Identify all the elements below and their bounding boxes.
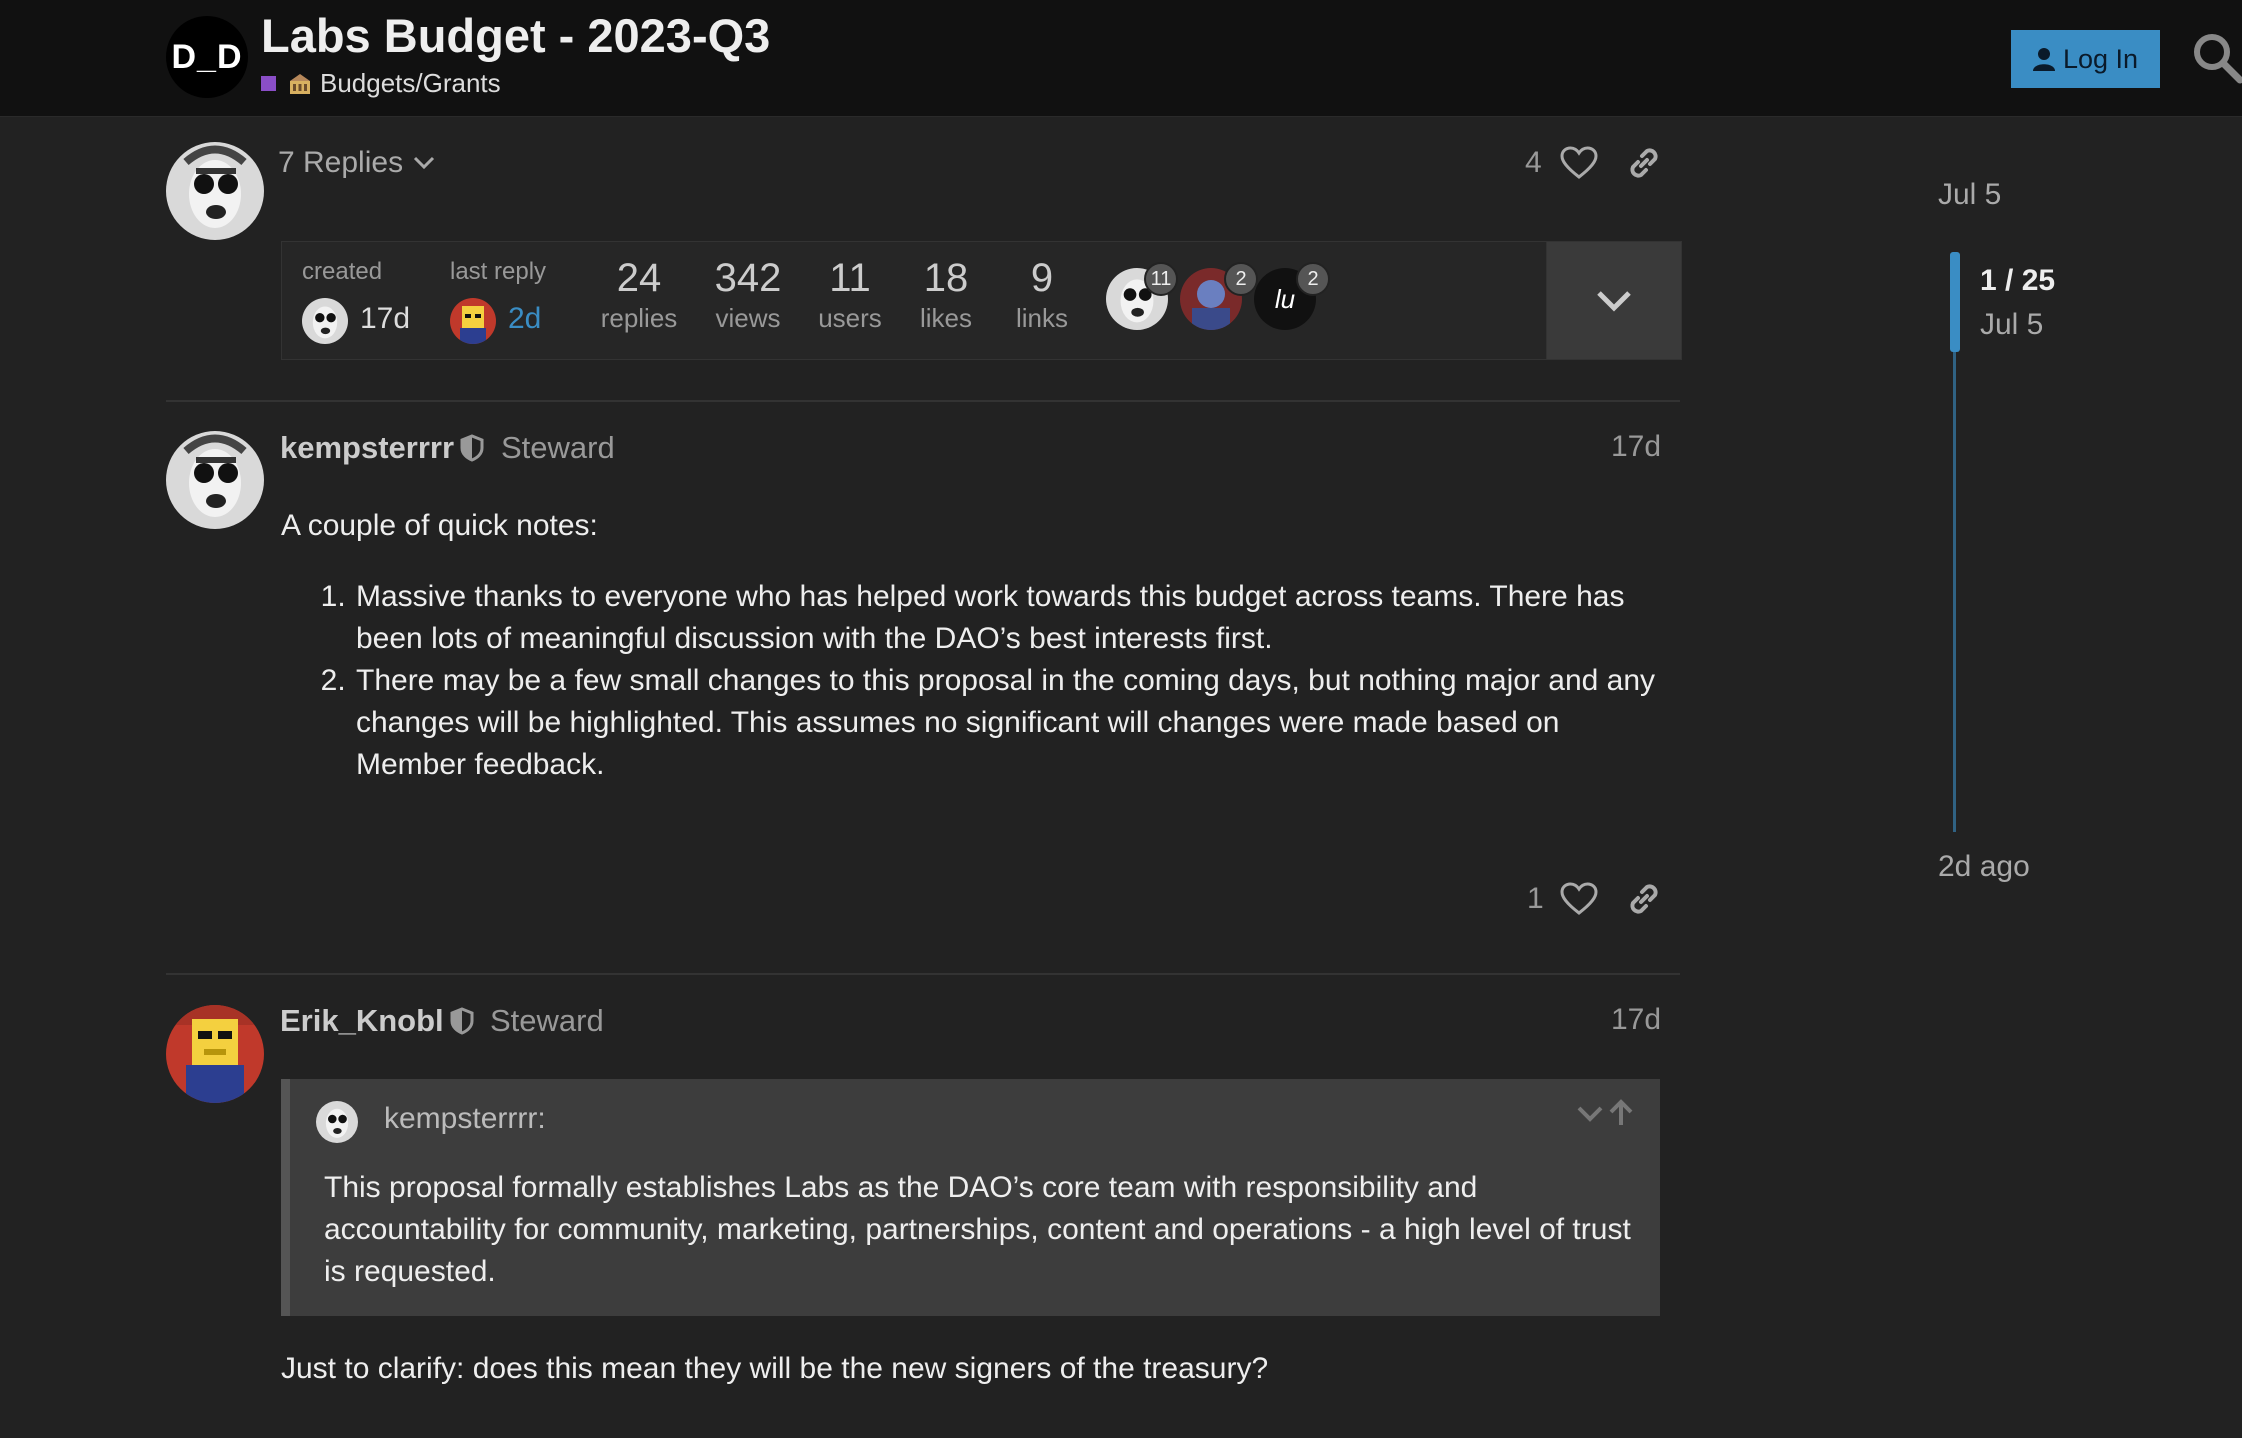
post-divider — [166, 973, 1680, 975]
replies-toggle[interactable]: 7 Replies — [278, 146, 435, 180]
site-logo[interactable]: D_D — [166, 16, 248, 98]
stat-label: replies — [600, 303, 678, 333]
timeline-position-date: Jul 5 — [1980, 308, 2044, 341]
stat-views: 342 views — [700, 256, 796, 334]
stat-number: 24 — [616, 256, 662, 300]
login-button[interactable]: Log In — [2011, 30, 2160, 88]
link-icon[interactable] — [1625, 880, 1663, 918]
quote-username: kempsterrrr: — [384, 1102, 546, 1135]
replies-label: 7 Replies — [278, 146, 404, 179]
post-divider — [166, 400, 1680, 402]
participant-post-count: 11 — [1144, 262, 1178, 296]
post-body: A couple of quick notes: Massive thanks … — [281, 505, 1661, 786]
quote-text: This proposal formally establishes Labs … — [324, 1171, 1631, 1288]
chevron-down-icon — [1597, 290, 1631, 312]
quote-block: kempsterrrr: This proposal formally esta… — [281, 1079, 1660, 1316]
category-label: Budgets/Grants — [320, 68, 501, 98]
timeline-end-date[interactable]: 2d ago — [1938, 850, 2030, 884]
like-count: 1 — [1527, 882, 1544, 915]
created-value: 17d — [360, 302, 411, 335]
timeline-position: 1 / 25 — [1980, 264, 2056, 297]
stat-links: 9 links — [1002, 256, 1082, 334]
list-item: Massive thanks to everyone who has helpe… — [354, 576, 1661, 660]
stat-number: 18 — [923, 256, 969, 300]
shield-icon — [460, 434, 484, 462]
topic-category[interactable]: Budgets/Grants — [261, 68, 501, 99]
stat-label: views — [715, 303, 781, 333]
stat-replies: 24 replies — [594, 256, 684, 334]
post-intro: A couple of quick notes: — [281, 509, 598, 542]
stat-likes: 18 likes — [906, 256, 986, 334]
stat-label: likes — [919, 303, 972, 333]
avatar[interactable] — [450, 298, 496, 344]
post-username[interactable]: Erik_Knobl — [280, 1003, 474, 1039]
post-date[interactable]: 17d — [1611, 1003, 1661, 1037]
username-label: kempsterrrr — [280, 430, 455, 465]
topic-map: created 17d last reply 2d 24 replies 342… — [281, 241, 1682, 360]
chevron-down-icon[interactable] — [1576, 1103, 1604, 1123]
timeline-start-date[interactable]: Jul 5 — [1938, 178, 2001, 212]
avatar[interactable] — [316, 1101, 358, 1143]
search-icon[interactable] — [2192, 30, 2242, 84]
stat-number: 342 — [714, 256, 782, 300]
avatar[interactable] — [166, 142, 264, 240]
arrow-up-icon[interactable] — [1608, 1099, 1634, 1127]
stat-label: links — [1015, 303, 1068, 333]
timeline-handle[interactable] — [1950, 252, 1960, 352]
login-label: Log In — [2062, 43, 2139, 74]
list-item: There may be a few small changes to this… — [354, 660, 1661, 786]
stat-label: users — [818, 303, 882, 333]
user-title: Steward — [501, 430, 615, 465]
username-label: Erik_Knobl — [280, 1003, 444, 1038]
avatar[interactable] — [166, 1005, 264, 1103]
site-header: D_D Labs Budget - 2023-Q3 Budgets/Grants… — [0, 0, 2242, 117]
category-color-badge — [261, 76, 276, 91]
participant-post-count: 2 — [1296, 262, 1330, 296]
created-label: created — [302, 258, 383, 285]
post-body: Just to clarify: does this mean they wil… — [281, 1352, 1269, 1385]
topic-map-expand-button[interactable] — [1546, 241, 1682, 360]
last-reply-label: last reply — [450, 258, 547, 285]
avatar[interactable] — [166, 431, 264, 529]
chevron-down-icon — [414, 156, 435, 170]
notes-list: Massive thanks to everyone who has helpe… — [281, 576, 1661, 786]
shield-icon — [450, 1007, 474, 1035]
user-title: Steward — [490, 1003, 604, 1038]
bank-icon — [290, 73, 310, 94]
user-icon — [2032, 48, 2055, 71]
stat-users: 11 users — [810, 256, 890, 334]
last-reply-value: 2d — [508, 302, 542, 335]
stat-number: 11 — [829, 256, 871, 300]
post-username[interactable]: kempsterrrr — [280, 430, 484, 466]
stat-number: 9 — [1030, 256, 1054, 300]
like-count: 4 — [1525, 146, 1542, 179]
participant-post-count: 2 — [1224, 262, 1258, 296]
heart-icon[interactable] — [1560, 882, 1598, 916]
avatar[interactable] — [302, 298, 348, 344]
post-date[interactable]: 17d — [1611, 430, 1661, 464]
heart-icon[interactable] — [1560, 146, 1598, 180]
link-icon[interactable] — [1625, 144, 1663, 182]
participant-initials: lu — [1274, 283, 1296, 314]
topic-title[interactable]: Labs Budget - 2023-Q3 — [261, 8, 770, 63]
